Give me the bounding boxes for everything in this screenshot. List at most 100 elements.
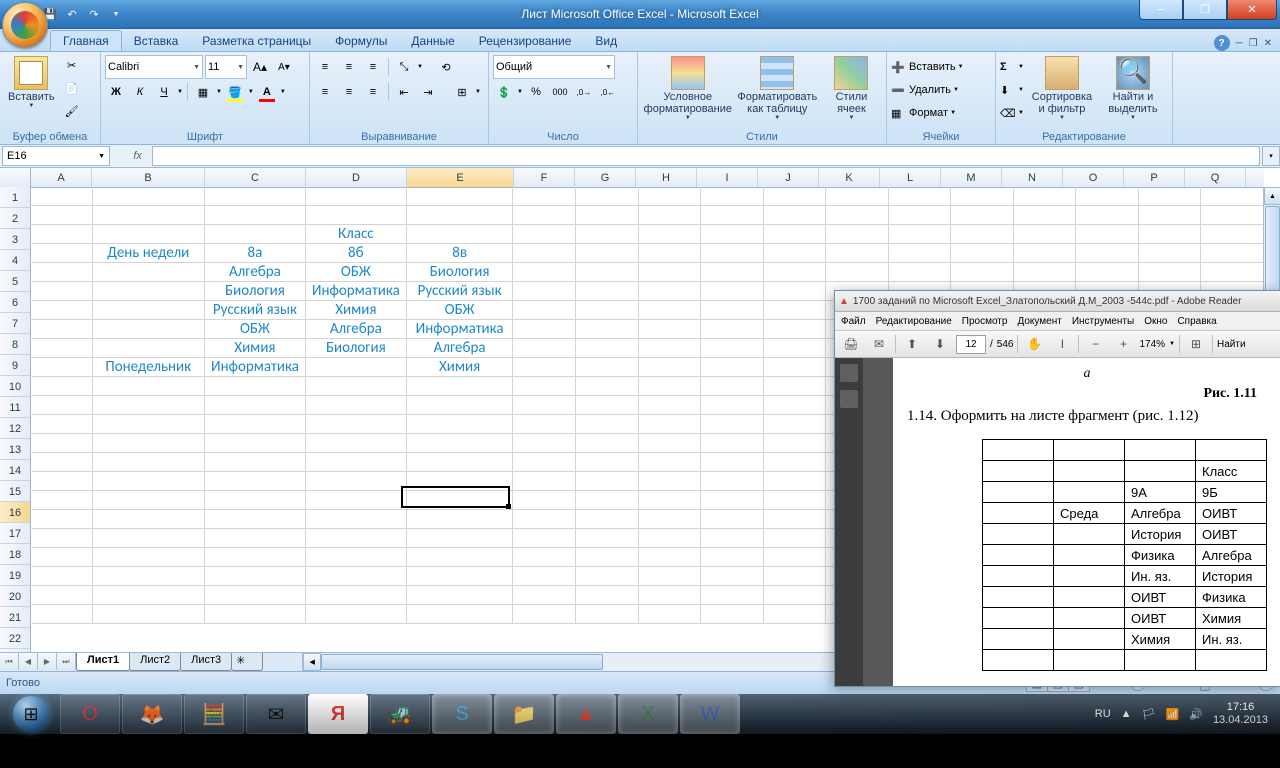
cell-J20[interactable] xyxy=(764,548,827,567)
cell-D8[interactable]: Алгебра xyxy=(306,320,407,339)
cell-D19[interactable] xyxy=(306,529,407,548)
cell-L4[interactable] xyxy=(889,244,952,263)
cell-C12[interactable] xyxy=(205,396,306,415)
cell-C11[interactable] xyxy=(205,377,306,396)
cell-O4[interactable] xyxy=(1076,244,1139,263)
cell-F16[interactable] xyxy=(513,472,576,491)
cell-H13[interactable] xyxy=(639,415,702,434)
cell-D7[interactable]: Химия xyxy=(306,301,407,320)
cell-F14[interactable] xyxy=(513,434,576,453)
adobe-mail-icon[interactable]: ✉ xyxy=(867,333,891,355)
cell-E20[interactable] xyxy=(407,548,514,567)
cell-B14[interactable] xyxy=(93,434,205,453)
cell-Q3[interactable] xyxy=(1201,225,1264,244)
cell-G23[interactable] xyxy=(576,605,639,624)
align-right-icon[interactable]: ≡ xyxy=(362,81,384,103)
cell-I7[interactable] xyxy=(701,301,764,320)
cell-A10[interactable] xyxy=(30,358,93,377)
tray-lang[interactable]: RU xyxy=(1095,708,1111,720)
col-header-P[interactable]: P xyxy=(1124,168,1185,187)
ribbon-minimize-icon[interactable]: ─ xyxy=(1236,38,1243,49)
cell-M2[interactable] xyxy=(951,206,1014,225)
cell-E8[interactable]: Информатика xyxy=(407,320,514,339)
cell-E6[interactable]: Русский язык xyxy=(407,282,514,301)
cell-N3[interactable] xyxy=(1014,225,1077,244)
col-header-A[interactable]: A xyxy=(31,168,92,187)
cell-C9[interactable]: Химия xyxy=(205,339,306,358)
cell-J18[interactable] xyxy=(764,510,827,529)
cell-G12[interactable] xyxy=(576,396,639,415)
cell-Q4[interactable] xyxy=(1201,244,1264,263)
cell-C21[interactable] xyxy=(205,567,306,586)
cell-I3[interactable] xyxy=(701,225,764,244)
col-header-I[interactable]: I xyxy=(697,168,758,187)
cell-J8[interactable] xyxy=(764,320,827,339)
cell-J13[interactable] xyxy=(764,415,827,434)
scroll-up-icon[interactable]: ▲ xyxy=(1264,187,1280,205)
cell-A23[interactable] xyxy=(30,605,93,624)
row-header-5[interactable]: 5 xyxy=(0,271,30,292)
adobe-zoom-level[interactable]: 174% xyxy=(1139,339,1165,350)
decrease-decimal-icon[interactable]: ,0← xyxy=(597,81,619,103)
adobe-select-icon[interactable]: I xyxy=(1050,333,1074,355)
adobe-zoom-out-icon[interactable]: − xyxy=(1083,333,1107,355)
cell-G2[interactable] xyxy=(576,206,639,225)
bold-button[interactable]: Ж xyxy=(105,81,127,103)
cell-P2[interactable] xyxy=(1139,206,1202,225)
cell-Q1[interactable] xyxy=(1201,187,1264,206)
cell-E17[interactable] xyxy=(407,491,514,510)
task-app1[interactable]: 🚜 xyxy=(370,694,430,734)
cell-C15[interactable] xyxy=(205,453,306,472)
insert-cells-button[interactable]: ➕Вставить▼ xyxy=(891,56,964,78)
cell-O2[interactable] xyxy=(1076,206,1139,225)
cell-A13[interactable] xyxy=(30,415,93,434)
cell-C23[interactable] xyxy=(205,605,306,624)
cell-J23[interactable] xyxy=(764,605,827,624)
cell-B6[interactable] xyxy=(93,282,205,301)
cell-I16[interactable] xyxy=(701,472,764,491)
row-header-16[interactable]: 16 xyxy=(0,502,30,523)
row-header-22[interactable]: 22 xyxy=(0,628,30,649)
cell-I14[interactable] xyxy=(701,434,764,453)
cell-B1[interactable] xyxy=(93,187,205,206)
cell-B19[interactable] xyxy=(93,529,205,548)
cell-J11[interactable] xyxy=(764,377,827,396)
cell-E1[interactable] xyxy=(407,187,514,206)
redo-icon[interactable]: ↷ xyxy=(84,4,104,24)
start-button[interactable]: ⊞ xyxy=(4,695,58,733)
cell-F21[interactable] xyxy=(513,567,576,586)
tab-insert[interactable]: Вставка xyxy=(122,31,191,51)
cell-C7[interactable]: Русский язык xyxy=(205,301,306,320)
adobe-thumbnails-icon[interactable] xyxy=(840,364,858,382)
cell-G8[interactable] xyxy=(576,320,639,339)
col-header-E[interactable]: E xyxy=(407,168,514,187)
fill-button[interactable]: ⬇▼ xyxy=(1000,79,1024,101)
col-header-K[interactable]: K xyxy=(819,168,880,187)
cell-J12[interactable] xyxy=(764,396,827,415)
sort-filter-button[interactable]: Сортировка и фильтр▼ xyxy=(1026,54,1098,123)
cell-C17[interactable] xyxy=(205,491,306,510)
select-all-corner[interactable] xyxy=(0,168,31,187)
increase-decimal-icon[interactable]: ,0→ xyxy=(573,81,595,103)
adobe-menu-document[interactable]: Документ xyxy=(1017,316,1061,327)
cell-D15[interactable] xyxy=(306,453,407,472)
cell-J4[interactable] xyxy=(764,244,827,263)
cell-J2[interactable] xyxy=(764,206,827,225)
cell-L3[interactable] xyxy=(889,225,952,244)
cell-G1[interactable] xyxy=(576,187,639,206)
row-header-3[interactable]: 3 xyxy=(0,229,30,250)
restore-window-icon[interactable]: ❐ xyxy=(1249,38,1258,49)
cut-icon[interactable]: ✂ xyxy=(61,54,83,76)
cell-I17[interactable] xyxy=(701,491,764,510)
cell-F22[interactable] xyxy=(513,586,576,605)
cell-H18[interactable] xyxy=(639,510,702,529)
cell-Q5[interactable] xyxy=(1201,263,1264,282)
cell-B11[interactable] xyxy=(93,377,205,396)
increase-indent-icon[interactable]: ⇥ xyxy=(417,81,439,103)
cell-H8[interactable] xyxy=(639,320,702,339)
row-header-4[interactable]: 4 xyxy=(0,250,30,271)
cell-G3[interactable] xyxy=(576,225,639,244)
cell-C4[interactable]: 8а xyxy=(205,244,306,263)
cell-P4[interactable] xyxy=(1139,244,1202,263)
cell-A17[interactable] xyxy=(30,491,93,510)
